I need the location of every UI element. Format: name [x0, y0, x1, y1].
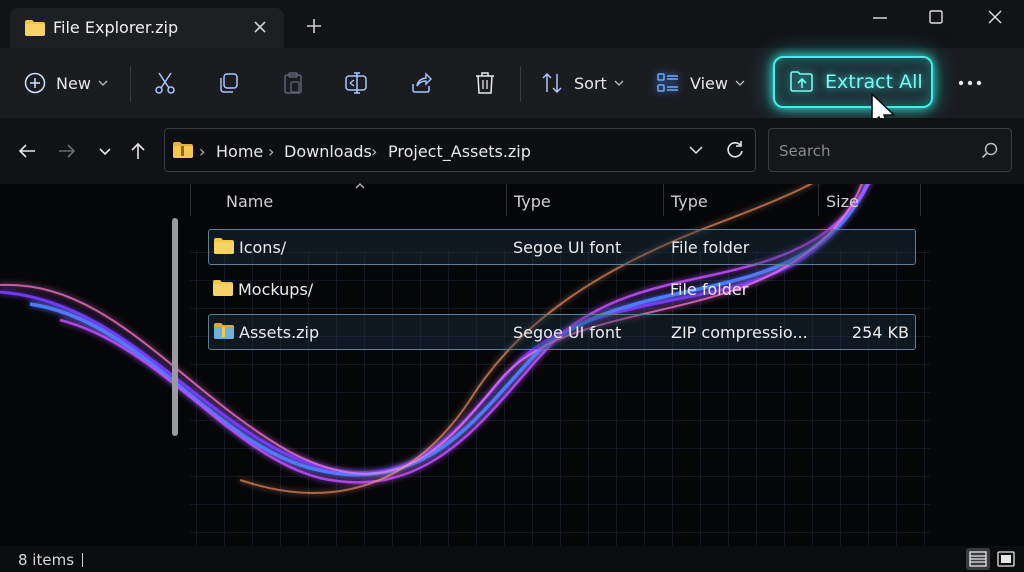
column-divider[interactable]: [818, 184, 819, 216]
breadcrumb-home[interactable]: Home: [216, 142, 263, 161]
paste-button[interactable]: [282, 48, 304, 118]
file-kind: ZIP compressio...: [671, 323, 808, 342]
extract-folder-icon: [790, 71, 813, 92]
title-bar: File Explorer.zip: [0, 0, 1024, 48]
navigation-bar: › Home › Downloads › Project_Assets.zip: [0, 118, 1024, 184]
column-divider[interactable]: [663, 184, 664, 216]
status-bar: 8 items: [0, 546, 1024, 572]
close-tab-icon[interactable]: [250, 17, 270, 37]
copy-icon: [220, 73, 238, 93]
toolbar-divider: [130, 66, 131, 102]
breadcrumb-downloads[interactable]: Downloads: [284, 142, 372, 161]
column-header-size[interactable]: Size: [826, 192, 859, 211]
share-button[interactable]: [410, 48, 432, 118]
column-header-type-2[interactable]: Type: [671, 192, 708, 211]
back-arrow-icon[interactable]: [16, 140, 38, 162]
new-label: New: [56, 73, 91, 93]
view-list-icon: [657, 73, 678, 92]
folder-icon: [214, 238, 234, 254]
details-view-icon[interactable]: [966, 548, 990, 570]
recent-chevron-down-icon[interactable]: [94, 140, 116, 162]
column-divider: [920, 184, 921, 216]
table-row[interactable]: Mockups/ File folder: [208, 272, 916, 308]
column-divider[interactable]: [506, 184, 507, 216]
extract-all-label: Extract All: [825, 71, 923, 93]
view-button[interactable]: View: [656, 48, 745, 118]
breadcrumb-project-assets[interactable]: Project_Assets.zip: [388, 142, 531, 161]
search-box[interactable]: [768, 128, 1012, 172]
column-header-type[interactable]: Type: [514, 192, 551, 211]
table-row[interactable]: Assets.zip Segoe UI font ZIP compressio.…: [208, 314, 916, 350]
tab-title: File Explorer.zip: [53, 18, 179, 37]
extract-all-button[interactable]: Extract All: [773, 56, 933, 108]
close-window-icon[interactable]: [982, 6, 1008, 30]
refresh-icon[interactable]: [725, 140, 745, 160]
scissors-icon: [155, 72, 175, 94]
breadcrumb-separator-icon: ›: [268, 142, 275, 161]
maximize-icon[interactable]: [923, 6, 949, 30]
toolbar-divider: [520, 66, 521, 102]
breadcrumb-separator-icon: ›: [371, 142, 378, 161]
share-icon: [412, 72, 432, 93]
cut-button[interactable]: [154, 48, 176, 118]
minimize-icon[interactable]: [867, 6, 893, 30]
table-row[interactable]: Icons/ Segoe UI font File folder: [208, 229, 916, 265]
file-name: Mockups/: [238, 280, 314, 299]
plus-circle-icon: [24, 72, 46, 94]
status-divider: [82, 553, 83, 567]
file-type: Segoe UI font: [513, 323, 622, 342]
address-bar[interactable]: › Home › Downloads › Project_Assets.zip: [164, 128, 756, 172]
file-kind: File folder: [671, 238, 750, 257]
window-tab[interactable]: File Explorer.zip: [10, 8, 284, 48]
search-icon[interactable]: [981, 142, 999, 160]
chevron-down-icon: [614, 80, 624, 86]
folder-icon: [213, 280, 233, 296]
search-input[interactable]: [777, 139, 971, 163]
file-list: Name Type Type Size Icons/ Segoe UI font…: [190, 183, 930, 544]
folder-icon: [25, 20, 45, 36]
zip-folder-icon: [173, 142, 193, 158]
copy-button[interactable]: [218, 48, 240, 118]
trash-icon: [476, 72, 494, 94]
chevron-down-icon: [735, 80, 745, 86]
file-size: 254 KB: [851, 323, 909, 342]
item-count: 8 items: [18, 551, 75, 569]
sort-ascending-caret-icon: [355, 183, 365, 189]
clipboard-icon: [284, 72, 302, 94]
file-explorer-window: File Explorer.zip New Sort View Extract …: [0, 0, 1024, 572]
column-divider: [190, 184, 191, 216]
breadcrumb-separator-icon: ›: [199, 142, 206, 161]
new-tab-plus-icon[interactable]: [304, 16, 324, 36]
view-label: View: [690, 73, 728, 93]
up-arrow-icon[interactable]: [127, 140, 149, 162]
tiles-view-icon[interactable]: [994, 548, 1018, 570]
file-type: Segoe UI font: [513, 238, 622, 257]
zip-folder-icon: [214, 323, 234, 339]
sort-button[interactable]: Sort: [540, 48, 624, 118]
new-button[interactable]: New: [24, 48, 108, 118]
chevron-down-icon: [98, 80, 108, 86]
column-header-name[interactable]: Name: [226, 192, 273, 211]
file-kind: File folder: [670, 280, 749, 299]
forward-arrow-icon[interactable]: [56, 140, 78, 162]
file-name: Assets.zip: [239, 323, 320, 342]
rename-button[interactable]: [344, 48, 370, 118]
file-name: Icons/: [239, 238, 287, 257]
more-dots-icon: [958, 80, 982, 86]
sort-label: Sort: [574, 73, 607, 93]
delete-button[interactable]: [474, 48, 496, 118]
address-chevron-down-icon[interactable]: [689, 146, 703, 155]
rename-icon: [345, 72, 367, 94]
sort-arrows-icon: [542, 72, 562, 94]
more-options-button[interactable]: [958, 48, 982, 118]
navigation-pane-scrollbar[interactable]: [172, 218, 178, 436]
